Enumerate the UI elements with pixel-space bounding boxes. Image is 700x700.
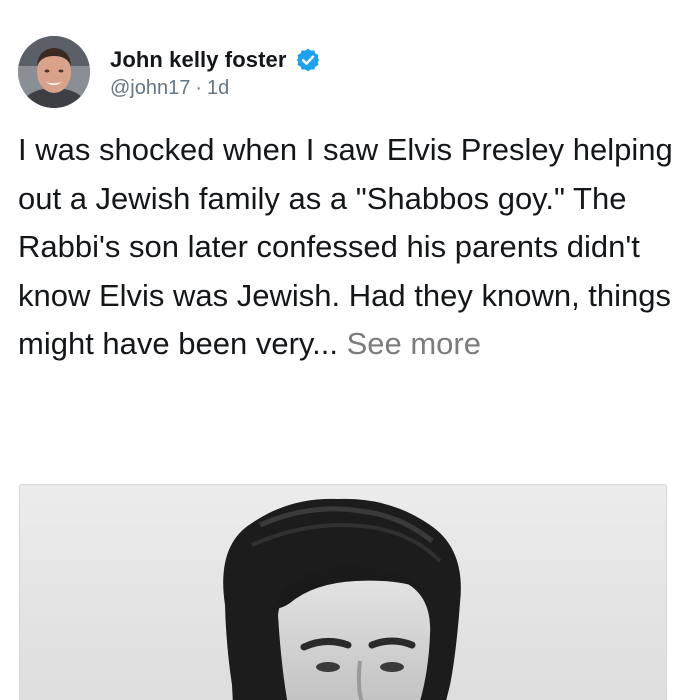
tweet-media[interactable]: [19, 484, 667, 700]
tweet-body: I was shocked when I saw Elvis Presley h…: [18, 132, 673, 361]
elvis-photo: [20, 485, 666, 700]
tweet-text: I was shocked when I saw Elvis Presley h…: [18, 126, 693, 369]
verified-badge-icon: [295, 47, 321, 73]
avatar[interactable]: [18, 36, 90, 108]
avatar-image: [18, 36, 90, 108]
see-more-link[interactable]: See more: [347, 326, 481, 361]
tweet-header: John kelly foster @john17 · 1d: [18, 34, 321, 110]
user-info: John kelly foster @john17 · 1d: [110, 45, 321, 100]
name-row: John kelly foster: [110, 45, 321, 75]
author-name[interactable]: John kelly foster: [110, 47, 287, 73]
author-handle[interactable]: @john17: [110, 77, 190, 100]
timestamp[interactable]: 1d: [207, 77, 229, 100]
tweet-card: John kelly foster @john17 · 1d I was sho…: [0, 0, 700, 700]
tweet-meta: @john17 · 1d: [110, 77, 321, 100]
meta-separator: ·: [195, 76, 203, 99]
